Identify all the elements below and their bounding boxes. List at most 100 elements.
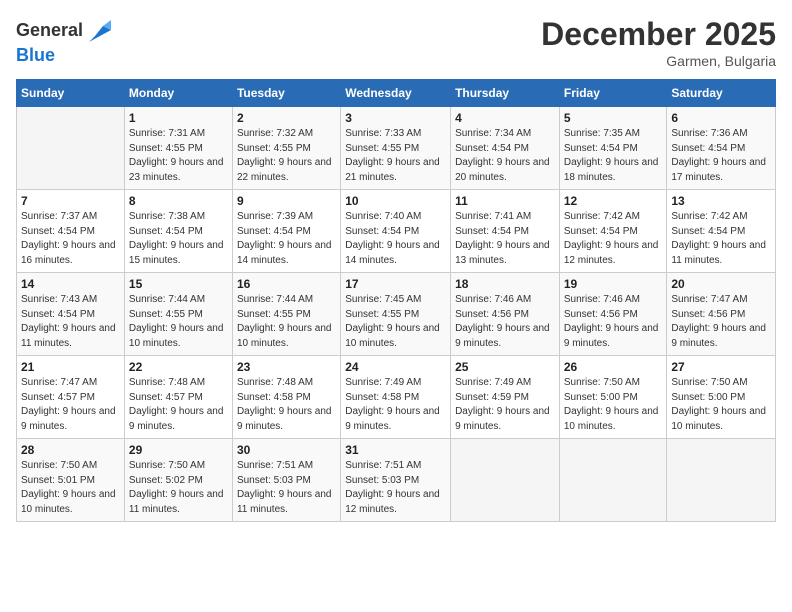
calendar-cell: 8Sunrise: 7:38 AMSunset: 4:54 PMDaylight…	[124, 190, 232, 273]
day-number: 22	[129, 360, 228, 374]
day-info: Sunrise: 7:48 AMSunset: 4:57 PMDaylight:…	[129, 376, 228, 434]
calendar-cell: 26Sunrise: 7:50 AMSunset: 5:00 PMDayligh…	[559, 356, 667, 439]
day-number: 18	[455, 277, 555, 291]
calendar-cell: 6 Sunrise: 7:36 AMSunset: 4:54 PMDaylight…	[667, 107, 776, 190]
location-title: Garmen, Bulgaria	[541, 53, 776, 69]
calendar-cell: 2 Sunrise: 7:32 AMSunset: 4:55 PMDaylight…	[232, 107, 340, 190]
day-info: Sunrise: 7:34 AMSunset: 4:54 PMDaylight:…	[455, 127, 555, 185]
calendar-week-row: 7 Sunrise: 7:37 AMSunset: 4:54 PMDaylight…	[17, 190, 776, 273]
day-info: Sunrise: 7:39 AMSunset: 4:54 PMDaylight:…	[237, 210, 336, 268]
calendar-cell: 10Sunrise: 7:40 AMSunset: 4:54 PMDayligh…	[341, 190, 451, 273]
calendar-cell: 4 Sunrise: 7:34 AMSunset: 4:54 PMDaylight…	[451, 107, 560, 190]
logo-icon	[85, 16, 115, 46]
day-number: 30	[237, 443, 336, 457]
calendar-cell	[559, 439, 667, 522]
day-number: 21	[21, 360, 120, 374]
main-container: General Blue December 2025 Garmen, Bulga…	[0, 0, 792, 530]
calendar-cell: 28Sunrise: 7:50 AMSunset: 5:01 PMDayligh…	[17, 439, 125, 522]
calendar-cell: 20 Sunrise: 7:47 AMSunset: 4:56 PMDayligh…	[667, 273, 776, 356]
day-number: 31	[345, 443, 446, 457]
day-info: Sunrise: 7:51 AMSunset: 5:03 PMDaylight:…	[345, 459, 446, 517]
day-info: Sunrise: 7:35 AMSunset: 4:54 PMDaylight:…	[564, 127, 663, 185]
day-number: 6	[671, 111, 771, 125]
header-day-friday: Friday	[559, 80, 667, 107]
day-number: 20	[671, 277, 771, 291]
day-info: Sunrise: 7:37 AMSunset: 4:54 PMDaylight:…	[21, 210, 120, 268]
day-number: 4	[455, 111, 555, 125]
calendar-cell: 19Sunrise: 7:46 AMSunset: 4:56 PMDayligh…	[559, 273, 667, 356]
day-info: Sunrise: 7:50 AMSunset: 5:02 PMDaylight:…	[129, 459, 228, 517]
day-number: 10	[345, 194, 446, 208]
day-info: Sunrise: 7:47 AMSunset: 4:56 PMDaylight:…	[671, 293, 771, 351]
month-title: December 2025	[541, 16, 776, 53]
logo: General Blue	[16, 16, 115, 66]
day-number: 1	[129, 111, 228, 125]
day-number: 28	[21, 443, 120, 457]
day-number: 29	[129, 443, 228, 457]
header-day-tuesday: Tuesday	[232, 80, 340, 107]
day-number: 17	[345, 277, 446, 291]
day-info: Sunrise: 7:33 AMSunset: 4:55 PMDaylight:…	[345, 127, 446, 185]
day-number: 12	[564, 194, 663, 208]
calendar-week-row: 21 Sunrise: 7:47 AMSunset: 4:57 PMDayligh…	[17, 356, 776, 439]
day-number: 2	[237, 111, 336, 125]
day-info: Sunrise: 7:36 AMSunset: 4:54 PMDaylight:…	[671, 127, 771, 185]
day-info: Sunrise: 7:45 AMSunset: 4:55 PMDaylight:…	[345, 293, 446, 351]
day-number: 11	[455, 194, 555, 208]
calendar-week-row: 14Sunrise: 7:43 AMSunset: 4:54 PMDayligh…	[17, 273, 776, 356]
day-number: 16	[237, 277, 336, 291]
calendar-week-row: 28Sunrise: 7:50 AMSunset: 5:01 PMDayligh…	[17, 439, 776, 522]
calendar-cell: 30 Sunrise: 7:51 AMSunset: 5:03 PMDayligh…	[232, 439, 340, 522]
title-block: December 2025 Garmen, Bulgaria	[541, 16, 776, 69]
day-number: 8	[129, 194, 228, 208]
day-number: 3	[345, 111, 446, 125]
calendar-cell: 13 Sunrise: 7:42 AMSunset: 4:54 PMDayligh…	[667, 190, 776, 273]
day-info: Sunrise: 7:32 AMSunset: 4:55 PMDaylight:…	[237, 127, 336, 185]
calendar-header-row: SundayMondayTuesdayWednesdayThursdayFrid…	[17, 80, 776, 107]
calendar-cell: 25Sunrise: 7:49 AMSunset: 4:59 PMDayligh…	[451, 356, 560, 439]
day-info: Sunrise: 7:51 AMSunset: 5:03 PMDaylight:…	[237, 459, 336, 517]
day-info: Sunrise: 7:42 AMSunset: 4:54 PMDaylight:…	[564, 210, 663, 268]
day-number: 23	[237, 360, 336, 374]
day-number: 15	[129, 277, 228, 291]
day-info: Sunrise: 7:42 AMSunset: 4:54 PMDaylight:…	[671, 210, 771, 268]
day-info: Sunrise: 7:50 AMSunset: 5:00 PMDaylight:…	[671, 376, 771, 434]
header-day-wednesday: Wednesday	[341, 80, 451, 107]
day-info: Sunrise: 7:44 AMSunset: 4:55 PMDaylight:…	[237, 293, 336, 351]
calendar-cell: 12 Sunrise: 7:42 AMSunset: 4:54 PMDayligh…	[559, 190, 667, 273]
logo-general: General	[16, 21, 83, 41]
day-number: 24	[345, 360, 446, 374]
header-day-thursday: Thursday	[451, 80, 560, 107]
calendar-cell: 1 Sunrise: 7:31 AMSunset: 4:55 PMDaylight…	[124, 107, 232, 190]
header-day-saturday: Saturday	[667, 80, 776, 107]
day-number: 5	[564, 111, 663, 125]
header-day-sunday: Sunday	[17, 80, 125, 107]
day-number: 19	[564, 277, 663, 291]
day-number: 25	[455, 360, 555, 374]
calendar-cell: 11 Sunrise: 7:41 AMSunset: 4:54 PMDayligh…	[451, 190, 560, 273]
calendar-cell	[17, 107, 125, 190]
calendar-cell	[667, 439, 776, 522]
day-number: 27	[671, 360, 771, 374]
calendar-cell: 21 Sunrise: 7:47 AMSunset: 4:57 PMDayligh…	[17, 356, 125, 439]
day-info: Sunrise: 7:46 AMSunset: 4:56 PMDaylight:…	[455, 293, 555, 351]
calendar-cell: 9Sunrise: 7:39 AMSunset: 4:54 PMDaylight…	[232, 190, 340, 273]
calendar-cell	[451, 439, 560, 522]
day-info: Sunrise: 7:49 AMSunset: 4:58 PMDaylight:…	[345, 376, 446, 434]
calendar-cell: 23 Sunrise: 7:48 AMSunset: 4:58 PMDayligh…	[232, 356, 340, 439]
day-info: Sunrise: 7:43 AMSunset: 4:54 PMDaylight:…	[21, 293, 120, 351]
logo-blue: Blue	[16, 45, 55, 65]
day-number: 7	[21, 194, 120, 208]
day-number: 26	[564, 360, 663, 374]
calendar-cell: 3 Sunrise: 7:33 AMSunset: 4:55 PMDaylight…	[341, 107, 451, 190]
day-number: 13	[671, 194, 771, 208]
calendar-cell: 5 Sunrise: 7:35 AMSunset: 4:54 PMDaylight…	[559, 107, 667, 190]
day-info: Sunrise: 7:47 AMSunset: 4:57 PMDaylight:…	[21, 376, 120, 434]
day-info: Sunrise: 7:41 AMSunset: 4:54 PMDaylight:…	[455, 210, 555, 268]
calendar-cell: 7 Sunrise: 7:37 AMSunset: 4:54 PMDaylight…	[17, 190, 125, 273]
day-info: Sunrise: 7:31 AMSunset: 4:55 PMDaylight:…	[129, 127, 228, 185]
calendar-cell: 16 Sunrise: 7:44 AMSunset: 4:55 PMDayligh…	[232, 273, 340, 356]
calendar-cell: 31 Sunrise: 7:51 AMSunset: 5:03 PMDayligh…	[341, 439, 451, 522]
day-info: Sunrise: 7:44 AMSunset: 4:55 PMDaylight:…	[129, 293, 228, 351]
day-info: Sunrise: 7:48 AMSunset: 4:58 PMDaylight:…	[237, 376, 336, 434]
